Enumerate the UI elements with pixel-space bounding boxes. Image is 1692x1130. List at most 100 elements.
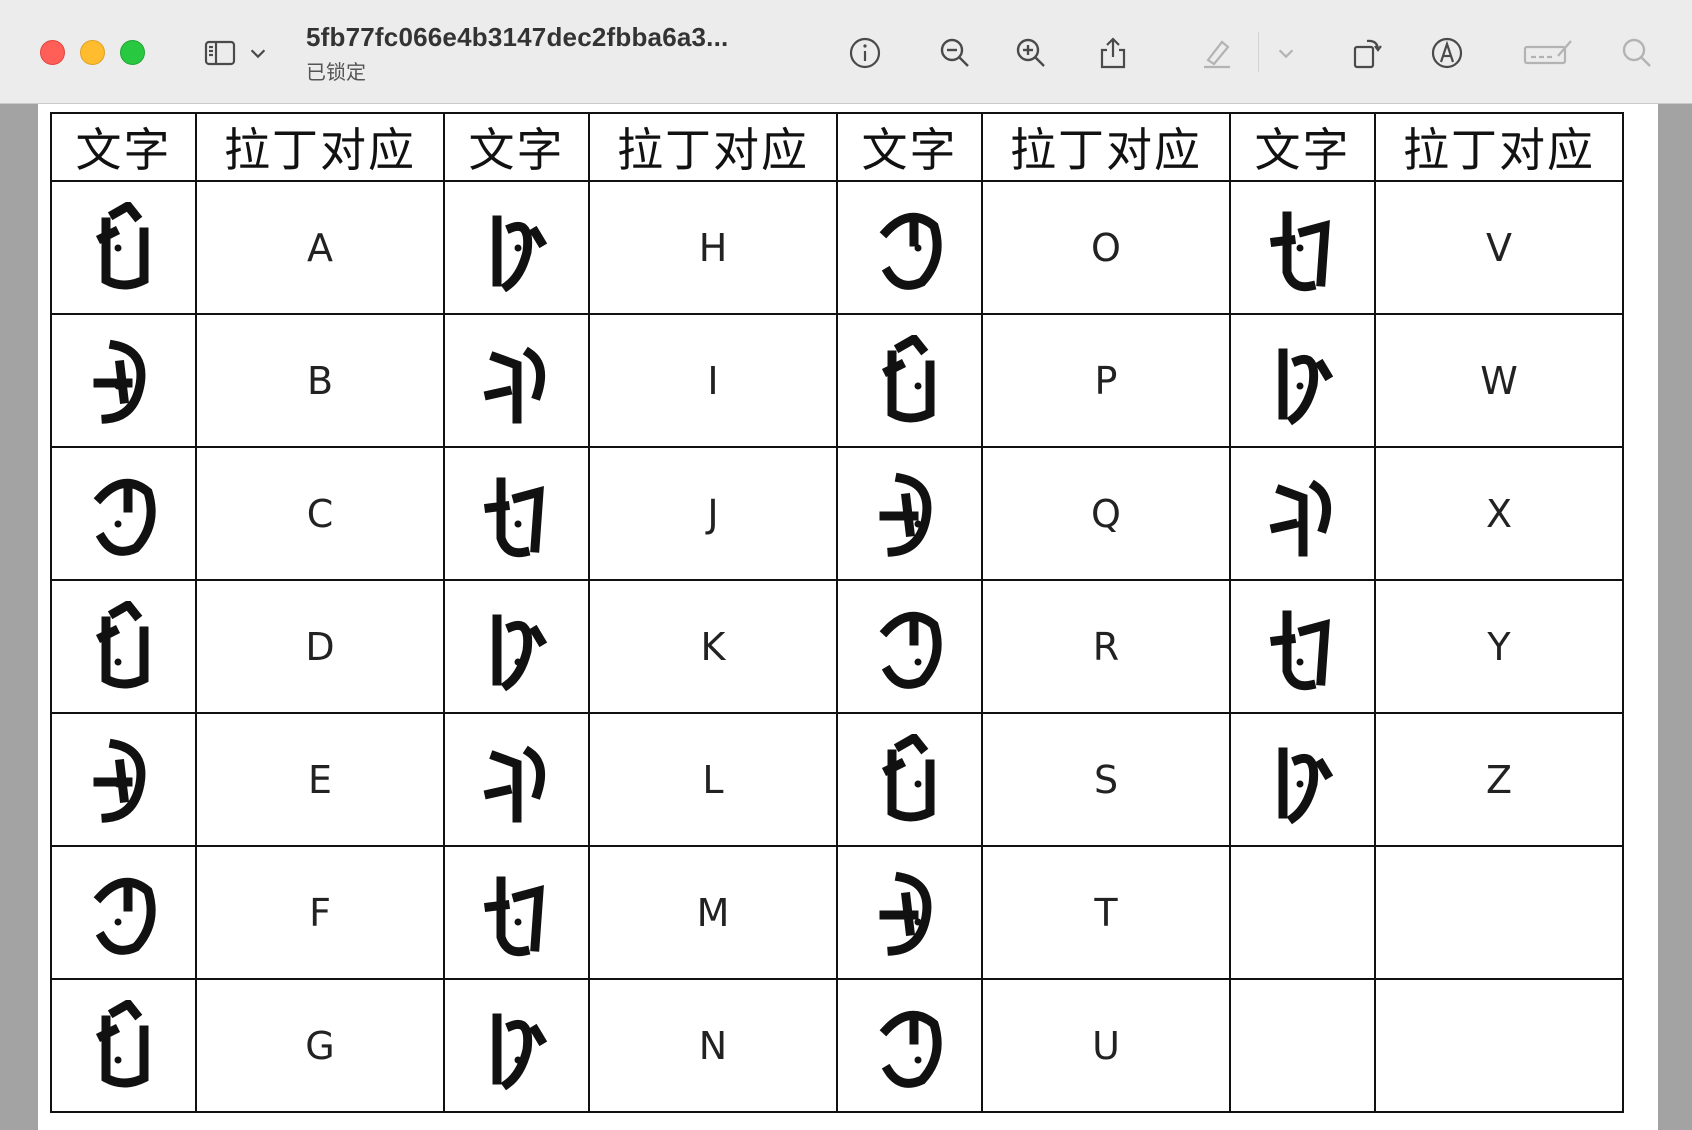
cipher-glyph-icon [1278, 747, 1333, 824]
cipher-glyph-icon [93, 738, 145, 823]
rotate-icon[interactable] [1344, 31, 1388, 75]
cipher-glyph-cell [1229, 978, 1376, 1113]
cipher-glyph-icon [881, 334, 934, 422]
latin-letter-cell: K [588, 579, 838, 714]
latin-letter-cell: T [981, 845, 1231, 980]
cipher-glyph-icon [483, 745, 545, 822]
cipher-glyph-cell [443, 978, 590, 1113]
close-window-button[interactable] [40, 40, 65, 65]
cipher-glyph-cell [50, 845, 197, 980]
table-row: AHOV [50, 180, 1624, 315]
latin-letter-cell: Q [981, 446, 1231, 581]
latin-letter-cell: X [1374, 446, 1624, 581]
column-header: 文字 [836, 112, 983, 182]
markup-icon[interactable] [1425, 31, 1469, 75]
chevron-down-icon[interactable] [1274, 31, 1298, 75]
cipher-glyph-cell [50, 180, 197, 315]
lock-status: 已锁定 [306, 62, 366, 84]
zoom-out-icon[interactable] [933, 31, 977, 75]
cipher-glyph-icon [1269, 479, 1331, 556]
cipher-glyph-icon [483, 876, 544, 956]
latin-letter-cell: L [588, 712, 838, 847]
zoom-in-icon[interactable] [1009, 31, 1053, 75]
cipher-glyph-cell [1229, 180, 1376, 315]
cipher-glyph-cell [1229, 313, 1376, 448]
column-header: 拉丁对应 [981, 112, 1231, 182]
latin-letter-cell: P [981, 313, 1231, 448]
cipher-glyph-cell [1229, 712, 1376, 847]
cipher-glyph-cell [50, 579, 197, 714]
cipher-glyph-icon [492, 1013, 547, 1090]
latin-letter-cell: Z [1374, 712, 1624, 847]
cipher-glyph-cell [50, 978, 197, 1113]
cipher-glyph-icon [492, 614, 547, 691]
document-page: 文字 拉丁对应 文字 拉丁对应 文字 拉丁对应 文字 拉丁对应 A H O V B I P W… [38, 104, 1658, 1130]
cipher-glyph-icon [879, 611, 941, 689]
column-header: 拉丁对应 [1374, 112, 1624, 182]
table-row: ELSZ [50, 712, 1624, 847]
latin-letter-cell: B [195, 313, 445, 448]
column-header: 文字 [50, 112, 197, 182]
cipher-glyph-cell [836, 845, 983, 980]
cipher-table: 文字 拉丁对应 文字 拉丁对应 文字 拉丁对应 文字 拉丁对应 A H O V B I P W… [50, 112, 1624, 1113]
cipher-glyph-cell [1229, 446, 1376, 581]
cipher-glyph-cell [1229, 579, 1376, 714]
latin-letter-cell: U [981, 978, 1231, 1113]
info-icon[interactable] [843, 31, 887, 75]
cipher-glyph-icon [483, 477, 544, 557]
latin-letter-cell [1374, 978, 1624, 1113]
cipher-glyph-icon [879, 472, 931, 557]
table-row: DKRY [50, 579, 1624, 714]
latin-letter-cell: C [195, 446, 445, 581]
latin-letter-cell: N [588, 978, 838, 1113]
signature-icon[interactable] [1520, 31, 1576, 75]
column-header: 拉丁对应 [588, 112, 838, 182]
latin-letter-cell: D [195, 579, 445, 714]
cipher-glyph-icon [483, 346, 545, 423]
cipher-glyph-cell [443, 712, 590, 847]
cipher-glyph-cell [443, 845, 590, 980]
latin-letter-cell: J [588, 446, 838, 581]
preview-window: 5fb77fc066e4b3147dec2fbba6a3... 已锁定 文字 拉… [0, 0, 1692, 1130]
highlighter-icon[interactable] [1195, 31, 1239, 75]
cipher-glyph-icon [879, 212, 941, 290]
document-title: 5fb77fc066e4b3147dec2fbba6a3... [306, 22, 729, 52]
cipher-glyph-icon [93, 339, 145, 424]
chevron-down-icon[interactable] [246, 31, 270, 75]
latin-letter-cell: W [1374, 313, 1624, 448]
cipher-glyph-icon [1269, 610, 1330, 690]
latin-letter-cell: O [981, 180, 1231, 315]
table-row: BIPW [50, 313, 1624, 448]
cipher-glyph-cell [836, 313, 983, 448]
latin-letter-cell: H [588, 180, 838, 315]
latin-letter-cell: V [1374, 180, 1624, 315]
minimize-window-button[interactable] [80, 40, 105, 65]
cipher-glyph-cell [836, 978, 983, 1113]
cipher-glyph-cell [443, 313, 590, 448]
cipher-glyph-cell [836, 579, 983, 714]
latin-letter-cell: Y [1374, 579, 1624, 714]
latin-letter-cell: G [195, 978, 445, 1113]
table-row: GNU [50, 978, 1624, 1113]
sidebar-icon[interactable] [198, 31, 242, 75]
cipher-glyph-icon [95, 600, 148, 688]
column-header: 文字 [443, 112, 590, 182]
cipher-glyph-cell [1229, 845, 1376, 980]
table-row: FMT [50, 845, 1624, 980]
column-header: 文字 [1229, 112, 1376, 182]
cipher-glyph-cell [836, 712, 983, 847]
cipher-glyph-cell [50, 313, 197, 448]
cipher-glyph-cell [443, 579, 590, 714]
latin-letter-cell: M [588, 845, 838, 980]
cipher-glyph-icon [93, 478, 155, 556]
latin-letter-cell: E [195, 712, 445, 847]
search-icon[interactable] [1615, 31, 1659, 75]
cipher-glyph-icon [95, 999, 148, 1087]
latin-letter-cell: I [588, 313, 838, 448]
share-icon[interactable] [1091, 31, 1135, 75]
latin-letter-cell: R [981, 579, 1231, 714]
cipher-glyph-icon [881, 733, 934, 821]
fullscreen-window-button[interactable] [120, 40, 145, 65]
latin-letter-cell: A [195, 180, 445, 315]
latin-letter-cell [1374, 845, 1624, 980]
